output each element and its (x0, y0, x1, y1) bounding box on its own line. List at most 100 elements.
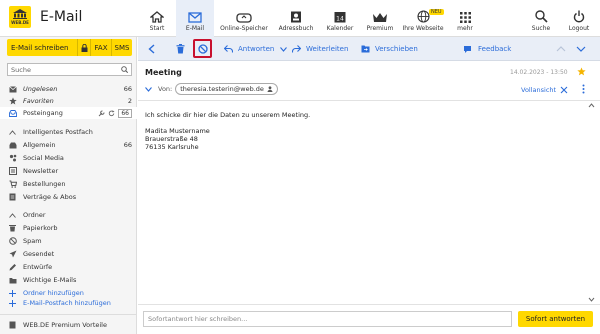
sidebar-item-entwuerfe[interactable]: Entwürfe (8, 262, 132, 272)
next-message-button[interactable] (576, 37, 586, 61)
sidebar-item-favoriten[interactable]: Favoriten 2 (8, 96, 132, 106)
sender-row: Von: theresia.testerin@web.de (145, 83, 278, 95)
forward-icon (292, 45, 301, 53)
add-folder-link[interactable]: Ordner hinzufügen (8, 288, 132, 298)
move-button[interactable]: Verschieben (361, 37, 418, 61)
sidebar-item-label: Social Media (23, 154, 64, 162)
nav-ihre-webseite[interactable]: Ihre Webseite (400, 0, 446, 37)
sidebar-item-gesendet[interactable]: Gesendet (8, 249, 132, 259)
wrench-icon[interactable] (98, 110, 105, 117)
sidebar-item-vertraege[interactable]: Verträge & Abos (8, 192, 132, 202)
sidebar-item-label: Favoriten (23, 97, 54, 105)
building-icon (13, 9, 27, 19)
person-icon (267, 86, 273, 92)
address-city: 76135 Karlsruhe (145, 143, 199, 151)
calendar-icon: 14 (334, 12, 346, 23)
spam-button[interactable] (193, 39, 212, 58)
close-icon[interactable] (560, 86, 568, 94)
nav-mehr[interactable]: mehr (452, 0, 478, 37)
new-badge: NEU (429, 9, 444, 15)
previous-message-button[interactable] (556, 37, 566, 61)
fax-button[interactable]: FAX (90, 39, 111, 56)
sidebar-item-allgemein[interactable]: Allgemein 66 (8, 140, 132, 150)
sender-address: theresia.testerin@web.de (180, 85, 264, 93)
message-date: 14.02.2023 - 13:50 (510, 69, 568, 76)
message-subject: Meeting (145, 68, 182, 77)
feedback-label: Feedback (478, 45, 512, 53)
sidebar-item-papierkorb[interactable]: Papierkorb (8, 223, 132, 233)
spam-icon (8, 237, 17, 245)
sidebar-item-label: E-Mail-Postfach hinzufügen (23, 299, 111, 307)
inbox-actions: 66 (98, 108, 132, 118)
nav-adressbuch[interactable]: Adressbuch (274, 0, 318, 37)
nav-logout[interactable]: Logout (565, 0, 593, 37)
sidebar-item-label: Ordner hinzufügen (23, 289, 84, 297)
refresh-icon[interactable] (108, 109, 115, 117)
sidebar-item-ungelesen[interactable]: Ungelesen 66 (8, 84, 132, 94)
sender-chip[interactable]: theresia.testerin@web.de (175, 83, 278, 95)
more-options-button[interactable] (582, 84, 585, 96)
nav-label: Kalender (326, 25, 354, 32)
feedback-button[interactable]: Feedback (463, 37, 511, 61)
unread-count: 66 (123, 85, 132, 93)
add-mailbox-link[interactable]: E-Mail-Postfach hinzufügen (8, 298, 132, 308)
chevron-left-icon (148, 44, 155, 54)
nav-premium[interactable]: Premium (362, 0, 398, 37)
back-button[interactable] (148, 37, 155, 61)
logo-text: WEB.DE (11, 20, 29, 25)
delete-button[interactable] (176, 37, 185, 61)
sidebar-item-social-media[interactable]: Social Media (8, 153, 132, 163)
nav-suche[interactable]: Suche (528, 0, 554, 37)
home-icon (150, 11, 164, 23)
globe-icon (416, 10, 430, 23)
message-scrollbar[interactable] (588, 101, 595, 304)
address-street: Brauerstraße 48 (145, 135, 198, 143)
favorite-star-button[interactable] (577, 67, 586, 78)
sidebar-item-label: Wichtige E-Mails (23, 276, 77, 284)
nav-online-speicher[interactable]: Online-Speicher (218, 0, 270, 37)
chevron-down-icon[interactable] (145, 86, 152, 92)
sms-button[interactable]: SMS (111, 39, 132, 56)
power-icon (573, 10, 585, 23)
kebab-menu-icon (582, 84, 585, 94)
contract-icon (8, 193, 17, 201)
sidebar-item-label: Papierkorb (23, 224, 58, 232)
chevron-up-icon (8, 129, 17, 135)
fullview-button[interactable]: Vollansicht (521, 86, 568, 94)
chat-icon (464, 45, 471, 53)
premium-benefits-link[interactable]: WEB.DE Premium Vorteile (8, 320, 132, 330)
chevron-up-icon (556, 46, 566, 52)
compose-button[interactable]: E-Mail schreiben (7, 44, 77, 52)
pencil-icon (8, 263, 17, 271)
favorites-count: 2 (127, 97, 132, 105)
sidebar-item-newsletter[interactable]: Newsletter (8, 166, 132, 176)
search-input[interactable]: Suche (7, 63, 132, 76)
quick-reply-button[interactable]: Sofort antworten (518, 311, 593, 327)
sidebar-item-wichtige[interactable]: Wichtige E-Mails (8, 275, 132, 285)
sidebar-item-posteingang[interactable]: Posteingang 66 (0, 107, 137, 119)
sidebar-item-spam[interactable]: Spam (8, 236, 132, 246)
nav-label: Online-Speicher (220, 25, 268, 32)
cloud-icon (236, 13, 252, 23)
lock-icon[interactable] (77, 39, 90, 56)
calendar-day: 14 (336, 16, 344, 23)
sidebar-item-bestellungen[interactable]: Bestellungen (8, 179, 132, 189)
sidebar-item-label: Newsletter (23, 167, 59, 175)
nav-label: Start (149, 25, 165, 32)
nav-email[interactable]: E-Mail (176, 0, 214, 37)
reply-button[interactable]: Antworten (224, 37, 288, 61)
newsletter-icon (8, 167, 17, 175)
section-intelligentes-postfach[interactable]: Intelligentes Postfach (8, 127, 132, 137)
chevron-down-icon[interactable] (280, 46, 288, 52)
move-folder-icon (361, 45, 370, 53)
nav-start[interactable]: Start (142, 0, 172, 37)
unread-icon (8, 85, 17, 93)
forward-button[interactable]: Weiterleiten (292, 37, 348, 61)
chevron-down-icon (576, 46, 586, 52)
inbox-count: 66 (118, 108, 132, 118)
section-ordner[interactable]: Ordner (8, 210, 132, 220)
quick-reply-input[interactable]: Sofortantwort hier schreiben... (143, 311, 512, 327)
section-heading: Ordner (23, 211, 46, 219)
webde-logo[interactable]: WEB.DE (9, 6, 31, 28)
nav-kalender[interactable]: 14 Kalender (322, 0, 358, 37)
